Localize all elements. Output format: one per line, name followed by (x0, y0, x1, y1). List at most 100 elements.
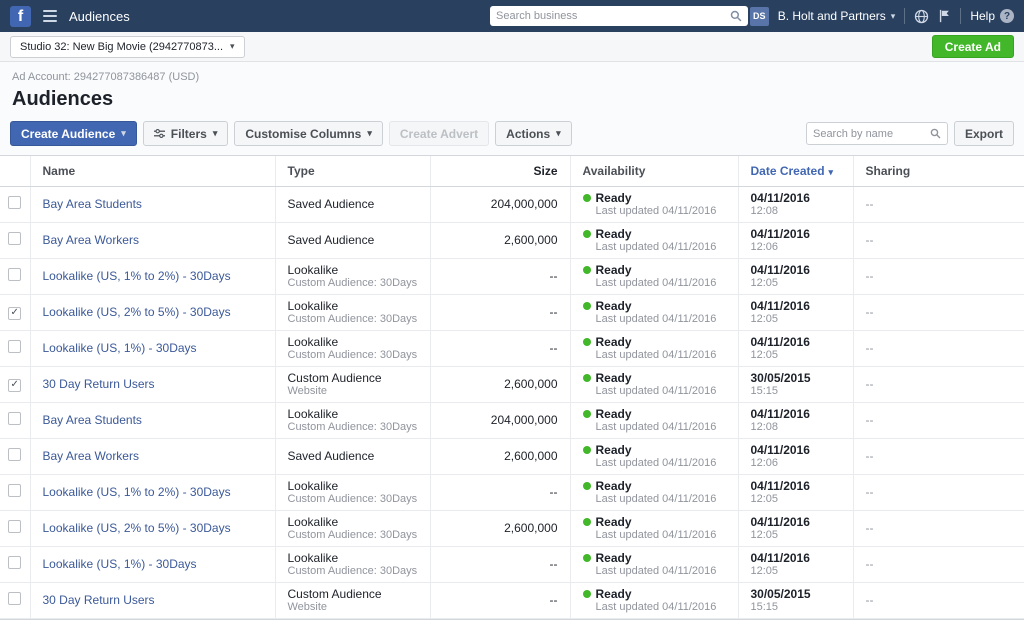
availability-status: Ready (595, 586, 632, 601)
date-created: 04/11/2016 (750, 550, 810, 565)
column-header-name[interactable]: Name (30, 156, 276, 187)
chevron-down-icon: ▾ (367, 128, 372, 138)
avatar: DS (749, 6, 769, 26)
audience-name-link[interactable]: Bay Area Workers (43, 233, 139, 247)
date-created: 30/05/2015 (750, 586, 811, 601)
availability-cell: Ready Last updated 04/11/2016 (570, 510, 739, 546)
flag-icon[interactable] (938, 9, 951, 23)
table-row: Bay Area Students Lookalike Custom Audienc… (0, 402, 1024, 438)
audience-type: Lookalike (287, 334, 339, 349)
checkbox-cell (0, 402, 31, 438)
audience-name-link[interactable]: Bay Area Workers (43, 449, 139, 463)
availability-cell: Ready Last updated 04/11/2016 (570, 438, 739, 474)
row-checkbox[interactable]: ✓ (8, 378, 22, 392)
campaign-selector-label: Studio 32: New Big Movie (2942770873... (20, 40, 224, 53)
audience-name-link[interactable]: Lookalike (US, 2% to 5%) - 30Days (43, 305, 231, 319)
audience-name-link[interactable]: Lookalike (US, 1%) - 30Days (43, 341, 197, 355)
customise-columns-button[interactable]: Customise Columns ▾ (234, 121, 383, 146)
name-cell: Bay Area Students (30, 186, 276, 222)
row-checkbox[interactable] (8, 448, 22, 461)
row-checkbox[interactable] (8, 232, 22, 245)
availability-sub: Last updated 04/11/2016 (595, 600, 717, 613)
topbar-title: Audiences (69, 8, 130, 24)
row-checkbox[interactable] (8, 556, 22, 569)
sharing-cell: -- (865, 197, 874, 211)
name-search-input[interactable] (812, 127, 930, 140)
time-created: 15:15 (750, 600, 779, 613)
audience-type-sub: Custom Audience: 30Days (287, 564, 418, 577)
audience-type-sub: Custom Audience: 30Days (287, 312, 418, 325)
checkbox-cell (0, 582, 31, 618)
column-header-availability[interactable]: Availability (570, 156, 739, 187)
actions-button[interactable]: Actions ▾ (495, 121, 572, 146)
name-cell: Bay Area Workers (30, 438, 276, 474)
time-created: 12:05 (750, 312, 779, 325)
column-header-sharing[interactable]: Sharing (853, 156, 1024, 187)
checkbox-cell (0, 222, 31, 258)
audience-type-sub: Website (287, 384, 328, 397)
ready-status-dot (582, 229, 591, 238)
type-cell: Lookalike Custom Audience: 30Days (275, 258, 431, 294)
type-cell: Lookalike Custom Audience: 30Days (275, 330, 431, 366)
column-header-date-created[interactable]: Date Created ▾ (738, 156, 854, 187)
row-checkbox[interactable] (8, 520, 22, 533)
audience-name-link[interactable]: Lookalike (US, 1% to 2%) - 30Days (43, 485, 231, 499)
business-search-input[interactable] (496, 10, 730, 22)
availability-sub: Last updated 04/11/2016 (595, 312, 717, 325)
availability-cell: Ready Last updated 04/11/2016 (570, 330, 739, 366)
topbar-divider (960, 8, 962, 24)
name-cell: Lookalike (US, 2% to 5%) - 30Days (30, 510, 276, 546)
filters-button[interactable]: Filters ▾ (142, 121, 229, 146)
account-menu[interactable]: B. Holt and Partners ▾ (778, 9, 896, 23)
date-created: 30/05/2015 (750, 370, 811, 385)
column-header-size[interactable]: Size (430, 156, 571, 187)
table-row: Bay Area Workers Saved Audience 2,600,000 R… (0, 438, 1024, 474)
table-row: Lookalike (US, 1%) - 30Days Lookalike Cust… (0, 546, 1024, 582)
size-cell: -- (430, 258, 571, 294)
audience-name-link[interactable]: Bay Area Students (43, 413, 142, 427)
audience-name-link[interactable]: Lookalike (US, 2% to 5%) - 30Days (43, 521, 231, 535)
name-cell: Lookalike (US, 1%) - 30Days (30, 546, 276, 582)
table-row: Lookalike (US, 1% to 2%) - 30Days Lookali… (0, 258, 1024, 294)
date-created-cell: 30/05/2015 15:15 (738, 366, 854, 402)
audience-name-link[interactable]: Bay Area Students (43, 197, 142, 211)
audience-name-link[interactable]: Lookalike (US, 1% to 2%) - 30Days (43, 269, 231, 283)
table-row: ✓ 30 Day Return Users Custom Audience Websi… (0, 366, 1024, 402)
availability-sub: Last updated 04/11/2016 (595, 348, 717, 361)
row-checkbox[interactable] (8, 412, 22, 425)
search-icon[interactable] (930, 128, 941, 139)
time-created: 12:06 (750, 240, 779, 253)
time-created: 12:08 (750, 204, 779, 217)
create-advert-button: Create Advert (388, 121, 490, 146)
row-checkbox[interactable] (8, 592, 22, 605)
row-checkbox[interactable] (8, 196, 22, 209)
date-created: 04/11/2016 (750, 478, 810, 493)
row-checkbox[interactable] (8, 268, 22, 281)
search-icon[interactable] (730, 10, 742, 22)
time-created: 12:05 (750, 276, 779, 289)
table-row: ✓ Lookalike (US, 2% to 5%) - 30Days Lookal… (0, 294, 1024, 330)
create-advert-label: Create Advert (399, 126, 479, 141)
globe-icon[interactable] (914, 9, 929, 24)
row-checkbox[interactable] (8, 484, 22, 497)
date-created-cell: 04/11/2016 12:05 (738, 546, 854, 582)
audience-name-link[interactable]: Lookalike (US, 1%) - 30Days (43, 557, 197, 571)
audience-type: Lookalike (287, 262, 339, 277)
menu-icon[interactable] (40, 7, 60, 25)
campaign-selector-dropdown[interactable]: Studio 32: New Big Movie (2942770873... … (10, 35, 245, 58)
create-ad-button[interactable]: Create Ad (931, 35, 1014, 58)
row-checkbox[interactable]: ✓ (8, 306, 22, 320)
name-cell: Lookalike (US, 1% to 2%) - 30Days (30, 474, 276, 510)
table-row: Lookalike (US, 2% to 5%) - 30Days Lookali… (0, 510, 1024, 546)
audience-name-link[interactable]: 30 Day Return Users (43, 377, 155, 391)
chevron-down-icon: ▾ (121, 128, 126, 138)
column-header-type[interactable]: Type (275, 156, 431, 187)
table-row: Bay Area Workers Saved Audience 2,600,000 R… (0, 222, 1024, 258)
help-menu[interactable]: Help ? (970, 9, 1014, 23)
create-audience-button[interactable]: Create Audience ▾ (10, 121, 137, 146)
chevron-down-icon: ▾ (212, 128, 218, 138)
export-button[interactable]: Export (953, 121, 1014, 146)
row-checkbox[interactable] (8, 340, 22, 353)
facebook-logo[interactable]: f (10, 5, 31, 27)
audience-name-link[interactable]: 30 Day Return Users (43, 593, 155, 607)
